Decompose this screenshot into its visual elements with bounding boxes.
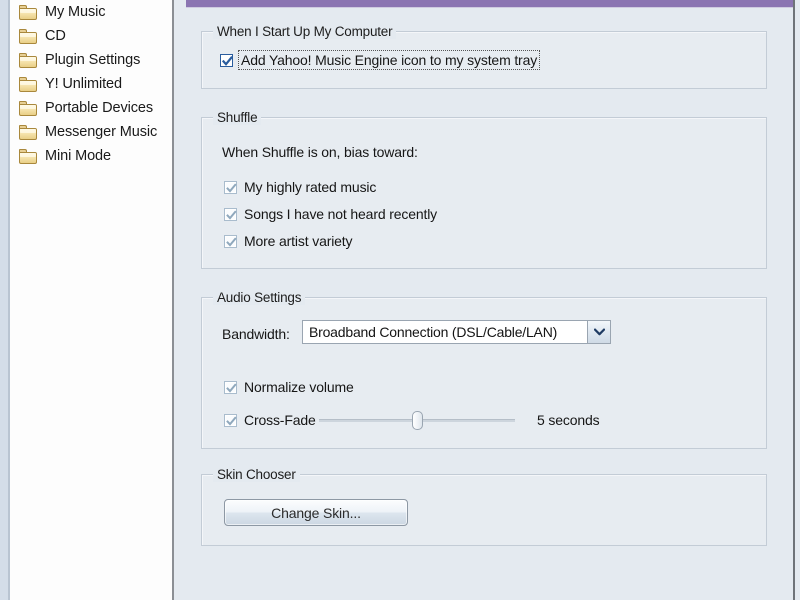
folder-icon: [19, 100, 38, 116]
sidebar-item-label: My Music: [45, 4, 106, 20]
sidebar-item-y-unlimited[interactable]: Y! Unlimited: [10, 72, 172, 96]
window-right-edge: [793, 0, 800, 600]
checkbox-box[interactable]: [224, 413, 237, 427]
checkbox-label: My highly rated music: [244, 179, 377, 195]
checkmark-icon: [226, 209, 237, 220]
window-left-edge: [0, 0, 8, 600]
folder-icon: [19, 76, 38, 92]
sidebar-item-label: Portable Devices: [45, 100, 154, 116]
checkbox-label: Add Yahoo! Music Engine icon to my syste…: [237, 50, 541, 70]
sidebar-item-messenger-music[interactable]: Messenger Music: [10, 120, 172, 144]
bandwidth-label: Bandwidth:: [222, 326, 290, 342]
group-audio-settings-title: Audio Settings: [213, 290, 306, 305]
group-skin-chooser: Skin Chooser Change Skin...: [201, 467, 767, 546]
sidebar-item-label: Mini Mode: [45, 148, 111, 164]
sidebar-item-label: Y! Unlimited: [45, 76, 122, 92]
group-startup-title: When I Start Up My Computer: [213, 24, 397, 39]
change-skin-button-label: Change Skin...: [271, 504, 361, 521]
cross-fade-value-text: 5 seconds: [537, 412, 600, 428]
checkmark-icon: [226, 382, 237, 393]
checkbox-highly-rated-music[interactable]: My highly rated music: [224, 179, 376, 195]
slider-thumb[interactable]: [412, 411, 423, 430]
checkmark-icon: [226, 236, 237, 247]
folder-icon: [19, 52, 38, 68]
group-shuffle-title: Shuffle: [213, 110, 262, 125]
group-shuffle: Shuffle When Shuffle is on, bias toward:…: [201, 110, 767, 269]
sidebar-item-mini-mode[interactable]: Mini Mode: [10, 144, 172, 168]
chevron-down-icon[interactable]: [587, 321, 610, 343]
cross-fade-slider[interactable]: [319, 410, 515, 430]
settings-content-pane: When I Start Up My Computer Add Yahoo! M…: [176, 0, 796, 600]
checkbox-cross-fade[interactable]: Cross-Fade: [224, 412, 316, 428]
sidebar-item-cd[interactable]: CD: [10, 24, 172, 48]
checkbox-label: Normalize volume: [244, 379, 354, 395]
folder-icon: [19, 4, 38, 20]
preferences-window: My Music CD Plugin Settings Y! Unlimited: [0, 0, 800, 600]
folder-icon: [19, 28, 38, 44]
folder-icon: [19, 148, 38, 164]
checkmark-icon: [222, 55, 233, 66]
checkbox-more-artist-variety[interactable]: More artist variety: [224, 233, 353, 249]
settings-category-tree[interactable]: My Music CD Plugin Settings Y! Unlimited: [10, 0, 174, 600]
checkbox-box[interactable]: [224, 380, 237, 394]
checkbox-box[interactable]: [220, 53, 233, 67]
folder-icon: [19, 124, 38, 140]
checkmark-icon: [226, 415, 237, 426]
checkbox-box[interactable]: [224, 207, 237, 221]
checkbox-label: Songs I have not heard recently: [244, 206, 438, 222]
bandwidth-selected-value: Broadband Connection (DSL/Cable/LAN): [303, 321, 587, 343]
bandwidth-select[interactable]: Broadband Connection (DSL/Cable/LAN): [302, 320, 611, 344]
group-startup: When I Start Up My Computer Add Yahoo! M…: [201, 24, 767, 89]
checkbox-label: Cross-Fade: [244, 412, 316, 428]
sidebar-item-plugin-settings[interactable]: Plugin Settings: [10, 48, 172, 72]
sidebar-item-label: Plugin Settings: [45, 52, 141, 68]
group-skin-chooser-title: Skin Chooser: [213, 467, 300, 482]
checkbox-box[interactable]: [224, 234, 237, 248]
sidebar-item-label: Messenger Music: [45, 124, 158, 140]
change-skin-button[interactable]: Change Skin...: [224, 499, 408, 526]
tree-list: My Music CD Plugin Settings Y! Unlimited: [10, 0, 172, 168]
checkbox-songs-not-heard-recently[interactable]: Songs I have not heard recently: [224, 206, 437, 222]
checkmark-icon: [226, 182, 237, 193]
group-audio-settings: Audio Settings Bandwidth: Broadband Conn…: [201, 290, 767, 449]
checkbox-add-tray-icon[interactable]: Add Yahoo! Music Engine icon to my syste…: [220, 50, 541, 70]
shuffle-description: When Shuffle is on, bias toward:: [222, 144, 418, 160]
sidebar-item-label: CD: [45, 28, 66, 44]
sidebar-item-portable-devices[interactable]: Portable Devices: [10, 96, 172, 120]
checkbox-box[interactable]: [224, 180, 237, 194]
checkbox-normalize-volume[interactable]: Normalize volume: [224, 379, 354, 395]
checkbox-label: More artist variety: [244, 233, 353, 249]
accent-bar: [186, 0, 796, 8]
sidebar-item-my-music[interactable]: My Music: [10, 0, 172, 24]
